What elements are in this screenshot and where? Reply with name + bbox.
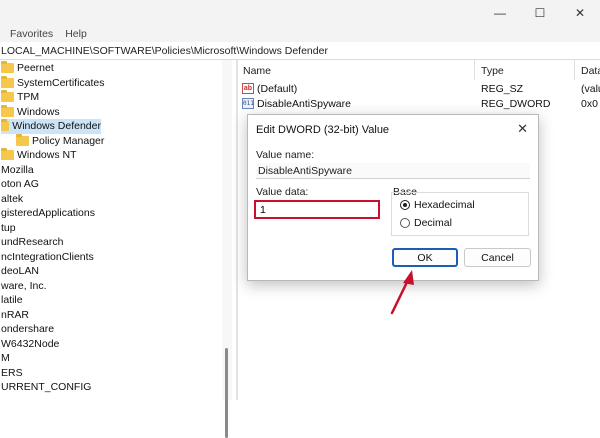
tree-item[interactable]: ERS xyxy=(1,366,23,381)
tree-item-label: Mozilla xyxy=(1,163,34,176)
tree-item-label: latile xyxy=(1,294,23,307)
tree-item-label: oton AG xyxy=(1,178,39,191)
tree-item-label: ondershare xyxy=(1,323,55,336)
tree-item-label: Peernet xyxy=(17,62,54,75)
tree-item-label: ncIntegrationClients xyxy=(1,250,94,263)
folder-icon xyxy=(1,119,10,132)
tree-item-label: deoLAN xyxy=(1,265,39,278)
value-name-field: DisableAntiSpyware xyxy=(256,163,530,179)
tree-item[interactable]: oton AG xyxy=(1,177,39,192)
tree-item[interactable]: tup xyxy=(1,221,16,236)
tree-item-label: ware, Inc. xyxy=(1,279,47,292)
tree-item[interactable]: gisteredApplications xyxy=(1,206,95,221)
cancel-button[interactable]: Cancel xyxy=(464,248,531,267)
value-name: (Default) xyxy=(257,82,298,95)
folder-icon xyxy=(1,104,14,117)
tree-item[interactable]: altek xyxy=(1,192,23,207)
menu-bar: Favorites Help xyxy=(0,26,600,42)
folder-icon xyxy=(16,133,29,146)
dialog-close-icon[interactable]: ✕ xyxy=(517,121,528,137)
binary-value-icon: 011 xyxy=(242,98,254,109)
folder-icon xyxy=(1,61,14,74)
column-divider xyxy=(474,60,475,80)
radio-button-checked[interactable] xyxy=(400,200,410,210)
minimize-button[interactable]: — xyxy=(480,0,520,26)
column-header-name[interactable]: Name xyxy=(243,65,271,77)
column-divider xyxy=(574,60,575,80)
value-row-default[interactable]: ab (Default) REG_SZ (valu xyxy=(242,81,600,96)
title-bar: — ☐ ✕ xyxy=(0,0,600,26)
tree-item[interactable]: ware, Inc. xyxy=(1,279,47,294)
tree-item[interactable]: ondershare xyxy=(1,322,54,337)
value-name-label: Value name: xyxy=(256,149,315,161)
tree-item-label: TPM xyxy=(17,91,40,104)
tree-item-label: Windows Defender xyxy=(12,120,101,133)
value-data: (valu xyxy=(581,82,600,95)
tree-scrollbar[interactable] xyxy=(222,60,232,438)
tree-item[interactable]: Windows Defender xyxy=(1,119,101,134)
tree-item[interactable]: Peernet xyxy=(1,61,54,76)
ok-button[interactable]: OK xyxy=(392,248,458,267)
window-controls: — ☐ ✕ xyxy=(480,0,600,26)
registry-key-tree: Peernet SystemCertificates TPM Windows Windo… xyxy=(0,60,232,400)
folder-icon xyxy=(1,148,14,161)
radio-button[interactable] xyxy=(400,218,410,228)
tree-item[interactable]: nRAR xyxy=(1,308,29,323)
value-data: 0x0 xyxy=(581,97,598,110)
maximize-button[interactable]: ☐ xyxy=(520,0,560,26)
tree-item[interactable]: ncIntegrationClients xyxy=(1,250,94,265)
string-value-icon: ab xyxy=(242,83,254,94)
tree-item[interactable]: deoLAN xyxy=(1,264,39,279)
tree-item[interactable]: latile xyxy=(1,293,23,308)
folder-icon xyxy=(1,90,14,103)
value-data-text: 1 xyxy=(260,204,266,216)
dialog-title: Edit DWORD (32-bit) Value xyxy=(256,124,390,136)
base-group: Hexadecimal Decimal xyxy=(391,192,529,236)
value-row-disableantispyware[interactable]: 011 DisableAntiSpyware REG_DWORD 0x0 xyxy=(242,96,598,111)
value-name: DisableAntiSpyware xyxy=(257,97,351,110)
value-data-label: Value data: xyxy=(256,186,309,198)
tree-item[interactable]: M xyxy=(1,351,10,366)
edit-dword-dialog: Edit DWORD (32-bit) Value ✕ Value name: … xyxy=(247,114,539,281)
tree-item-label: tup xyxy=(1,221,16,234)
tree-item-label: Windows xyxy=(17,105,60,118)
tree-item[interactable]: Windows NT xyxy=(1,148,77,163)
tree-item[interactable]: Windows xyxy=(1,104,60,120)
tree-item-label: Policy Manager xyxy=(32,134,105,147)
tree-item-label: undResearch xyxy=(1,236,64,249)
tree-item-label: Windows NT xyxy=(17,149,77,162)
tree-item[interactable]: Policy Manager xyxy=(16,133,105,149)
tree-item-label: M xyxy=(1,352,10,365)
radio-hexadecimal[interactable]: Hexadecimal xyxy=(400,199,475,211)
tree-item-label: ERS xyxy=(1,366,23,379)
tree-item-label: altek xyxy=(1,192,24,205)
menu-item-help[interactable]: Help xyxy=(65,28,87,40)
tree-item-label: W6432Node xyxy=(1,337,60,350)
value-type: REG_DWORD xyxy=(481,97,551,110)
tree-item[interactable]: undResearch xyxy=(1,235,63,250)
tree-item-label: SystemCertificates xyxy=(17,76,105,89)
tree-item-label: URRENT_CONFIG xyxy=(1,381,92,394)
column-header-data[interactable]: Data xyxy=(581,65,600,77)
menu-item-favorites[interactable]: Favorites xyxy=(10,28,53,40)
tree-item[interactable]: W6432Node xyxy=(1,337,59,352)
tree-item-label: nRAR xyxy=(1,308,30,321)
value-data-input[interactable]: 1 xyxy=(254,200,380,219)
radio-decimal[interactable]: Decimal xyxy=(400,217,452,229)
radio-label: Decimal xyxy=(414,217,452,229)
close-button[interactable]: ✕ xyxy=(560,0,600,26)
tree-item-label: gisteredApplications xyxy=(1,207,95,220)
tree-item[interactable]: URRENT_CONFIG xyxy=(1,380,91,395)
address-path: LOCAL_MACHINE\SOFTWARE\Policies\Microsof… xyxy=(1,44,328,57)
folder-icon xyxy=(1,75,14,88)
radio-label: Hexadecimal xyxy=(414,199,475,211)
value-name-text: DisableAntiSpyware xyxy=(258,165,352,177)
address-bar[interactable]: LOCAL_MACHINE\SOFTWARE\Policies\Microsof… xyxy=(0,42,600,60)
tree-item[interactable]: Mozilla xyxy=(1,163,34,178)
tree-scrollbar-thumb[interactable] xyxy=(225,348,228,438)
column-header-type[interactable]: Type xyxy=(481,65,504,77)
tree-item[interactable]: SystemCertificates xyxy=(1,75,105,91)
value-type: REG_SZ xyxy=(481,82,524,95)
tree-item[interactable]: TPM xyxy=(1,90,39,105)
